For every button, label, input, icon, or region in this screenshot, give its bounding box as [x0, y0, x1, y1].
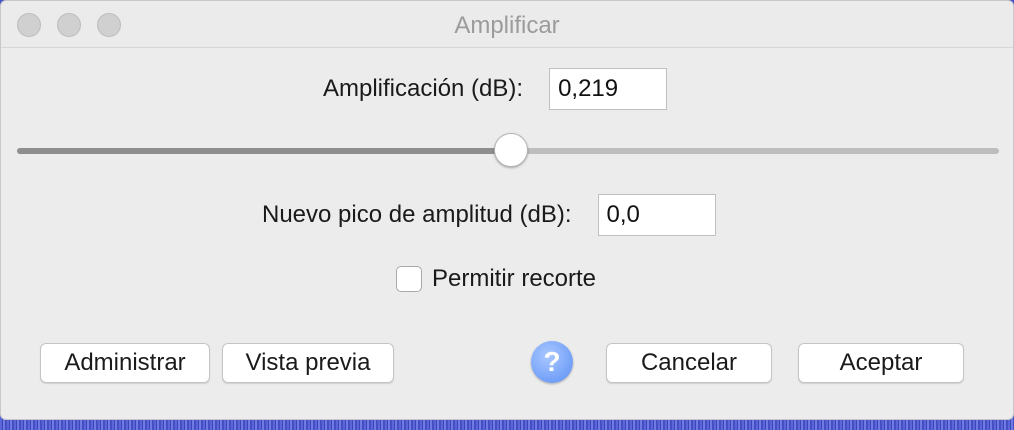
slider-thumb[interactable] — [493, 133, 528, 167]
amplification-label: Amplificación (dB): — [323, 75, 524, 102]
peak-input[interactable]: 0,0 — [597, 194, 716, 236]
clipping-row: Permitir recorte — [396, 265, 596, 293]
amplify-dialog: Amplificar Amplificación (dB): 0,219 Nue… — [0, 0, 1014, 420]
manage-button[interactable]: Administrar — [40, 343, 210, 383]
preview-button[interactable]: Vista previa — [222, 343, 394, 383]
clipping-checkbox[interactable] — [396, 266, 422, 292]
help-icon[interactable]: ? — [531, 341, 573, 383]
peak-row: Nuevo pico de amplitud (dB): 0,0 — [262, 194, 716, 236]
amplification-input[interactable]: 0,219 — [549, 68, 668, 110]
window-title: Amplificar — [454, 12, 560, 39]
ok-button[interactable]: Aceptar — [798, 343, 964, 383]
slider-fill — [17, 148, 511, 154]
cancel-button[interactable]: Cancelar — [606, 343, 772, 383]
peak-label: Nuevo pico de amplitud (dB): — [262, 201, 572, 228]
title-bar: Amplificar — [1, 1, 1013, 48]
amplification-row: Amplificación (dB): 0,219 — [323, 68, 668, 110]
clipping-label: Permitir recorte — [432, 265, 597, 292]
